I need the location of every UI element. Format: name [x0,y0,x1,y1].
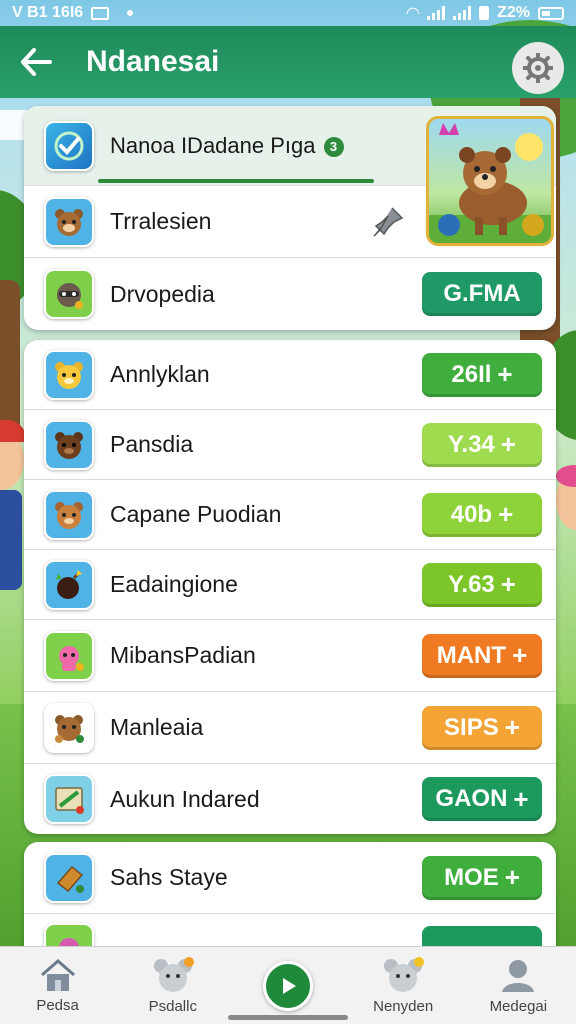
row-action-button[interactable]: SIPS + [422,705,542,750]
gfma-button[interactable]: G.FMA [422,272,542,316]
profile-icon [502,960,535,992]
plus-icon: + [498,499,514,529]
row-action-button[interactable]: 26Il + [422,352,542,397]
brown-bear-icon [44,419,94,470]
battery-icon [538,6,564,20]
main-list-card: Annlyklan 26Il + Pansdia Y.34 + Capane Puo… [24,340,556,834]
pin-icon[interactable] [370,204,406,240]
gear-icon [523,53,553,83]
page-title: Ndanesai [86,45,220,78]
pink-creature-icon [44,630,94,681]
list-item[interactable]: Sahs Staye MOE + [24,842,556,914]
list-item[interactable]: Manleaia SIPS + [24,692,556,764]
status-time: V B1 16I6 [12,4,84,21]
list-item[interactable]: Drvopedia G.FMA [24,258,556,330]
list-item-label: Pansdia [110,431,194,457]
play-icon [282,977,296,994]
plus-icon: + [512,640,528,670]
notification-icon [91,6,110,20]
nav-item-play[interactable] [233,960,343,1011]
list-item[interactable]: Capane Puodian 40b + [24,480,556,550]
map-icon [44,774,94,824]
plus-icon: + [513,783,529,814]
back-arrow-icon[interactable] [16,42,56,82]
raccoon-icon [44,269,94,319]
list-item[interactable]: MibansPadian MANT + [24,620,556,692]
signal2-icon [453,6,472,20]
featured-badge: 3 [323,136,344,157]
featured-artwork[interactable] [426,116,554,246]
home-indicator [228,1015,348,1020]
plus-icon: + [504,712,520,742]
list-item-label: Manleaia [110,714,204,740]
plus-icon: + [500,429,516,459]
nav-item-medegai[interactable]: Medegai [463,956,573,1015]
check-icon [44,120,94,171]
home-icon [40,959,75,991]
mouse-icon [153,957,194,992]
row-action-button[interactable]: Y.34 + [422,422,542,467]
list-item[interactable]: Annlyklan 26Il + [24,340,556,410]
list-item-label: Annlyklan [110,361,210,387]
sim-icon [479,6,490,20]
nav-item-psdallc[interactable]: Psdallc [118,956,228,1015]
row-action-button[interactable]: Y.63 + [422,562,542,607]
bomb-icon [44,559,94,610]
crate-icon [44,852,94,903]
signal-icon [427,6,446,20]
row-action-button[interactable]: MANT + [422,633,542,678]
list-item[interactable]: Aukun Indared GAON + [24,764,556,834]
wifi-icon: ◠ [406,5,420,22]
featured-title: Nanoa IDadane Pıga 3 [110,133,344,159]
list-item-label: Capane Puodian [110,501,282,527]
row-action-button[interactable]: MOE + [422,855,542,900]
yellow-bear-icon [44,349,94,400]
plus-icon: + [500,569,516,599]
nav-item-home[interactable]: Pedsa [3,957,113,1014]
plus-icon: + [497,359,513,389]
dot-icon [127,10,134,16]
settings-button[interactable] [512,42,564,94]
bear-icon [44,196,94,247]
play-button[interactable] [262,960,313,1011]
list-item[interactable]: Pansdia Y.34 + [24,410,556,480]
nav-item-nenyden[interactable]: Nenyden [348,956,458,1015]
list-item-label: Eadaingione [110,571,238,597]
status-bar: V B1 16I6 ◠ Z2% [0,0,576,26]
list-item[interactable]: Eadaingione Y.63 + [24,550,556,620]
nav-label: Medegai [489,998,548,1015]
list-item-label: MibansPadian [110,642,256,668]
tan-bear-icon [44,489,94,540]
plus-icon: + [504,862,520,892]
row-action-button[interactable]: 40b + [422,492,542,537]
list-item-label: Sahs Staye [110,864,228,890]
list-item-label: Drvopedia [110,280,215,307]
bottom-nav: Pedsa Psdallc Nenyden Medegai [0,946,576,1024]
battery-percent: Z2% [497,4,530,21]
app-bar: Ndanesai [0,26,576,98]
nav-label: Pedsa [36,997,79,1014]
row-action-button[interactable]: GAON + [422,777,542,821]
cookie-bear-icon [44,702,94,753]
nav-label: Nenyden [373,998,434,1015]
nav-label: Psdallc [148,998,197,1015]
mouse-coin-icon [384,957,425,992]
list-item-label: Aukun Indared [110,785,260,812]
featured-progress-bar [98,179,374,183]
